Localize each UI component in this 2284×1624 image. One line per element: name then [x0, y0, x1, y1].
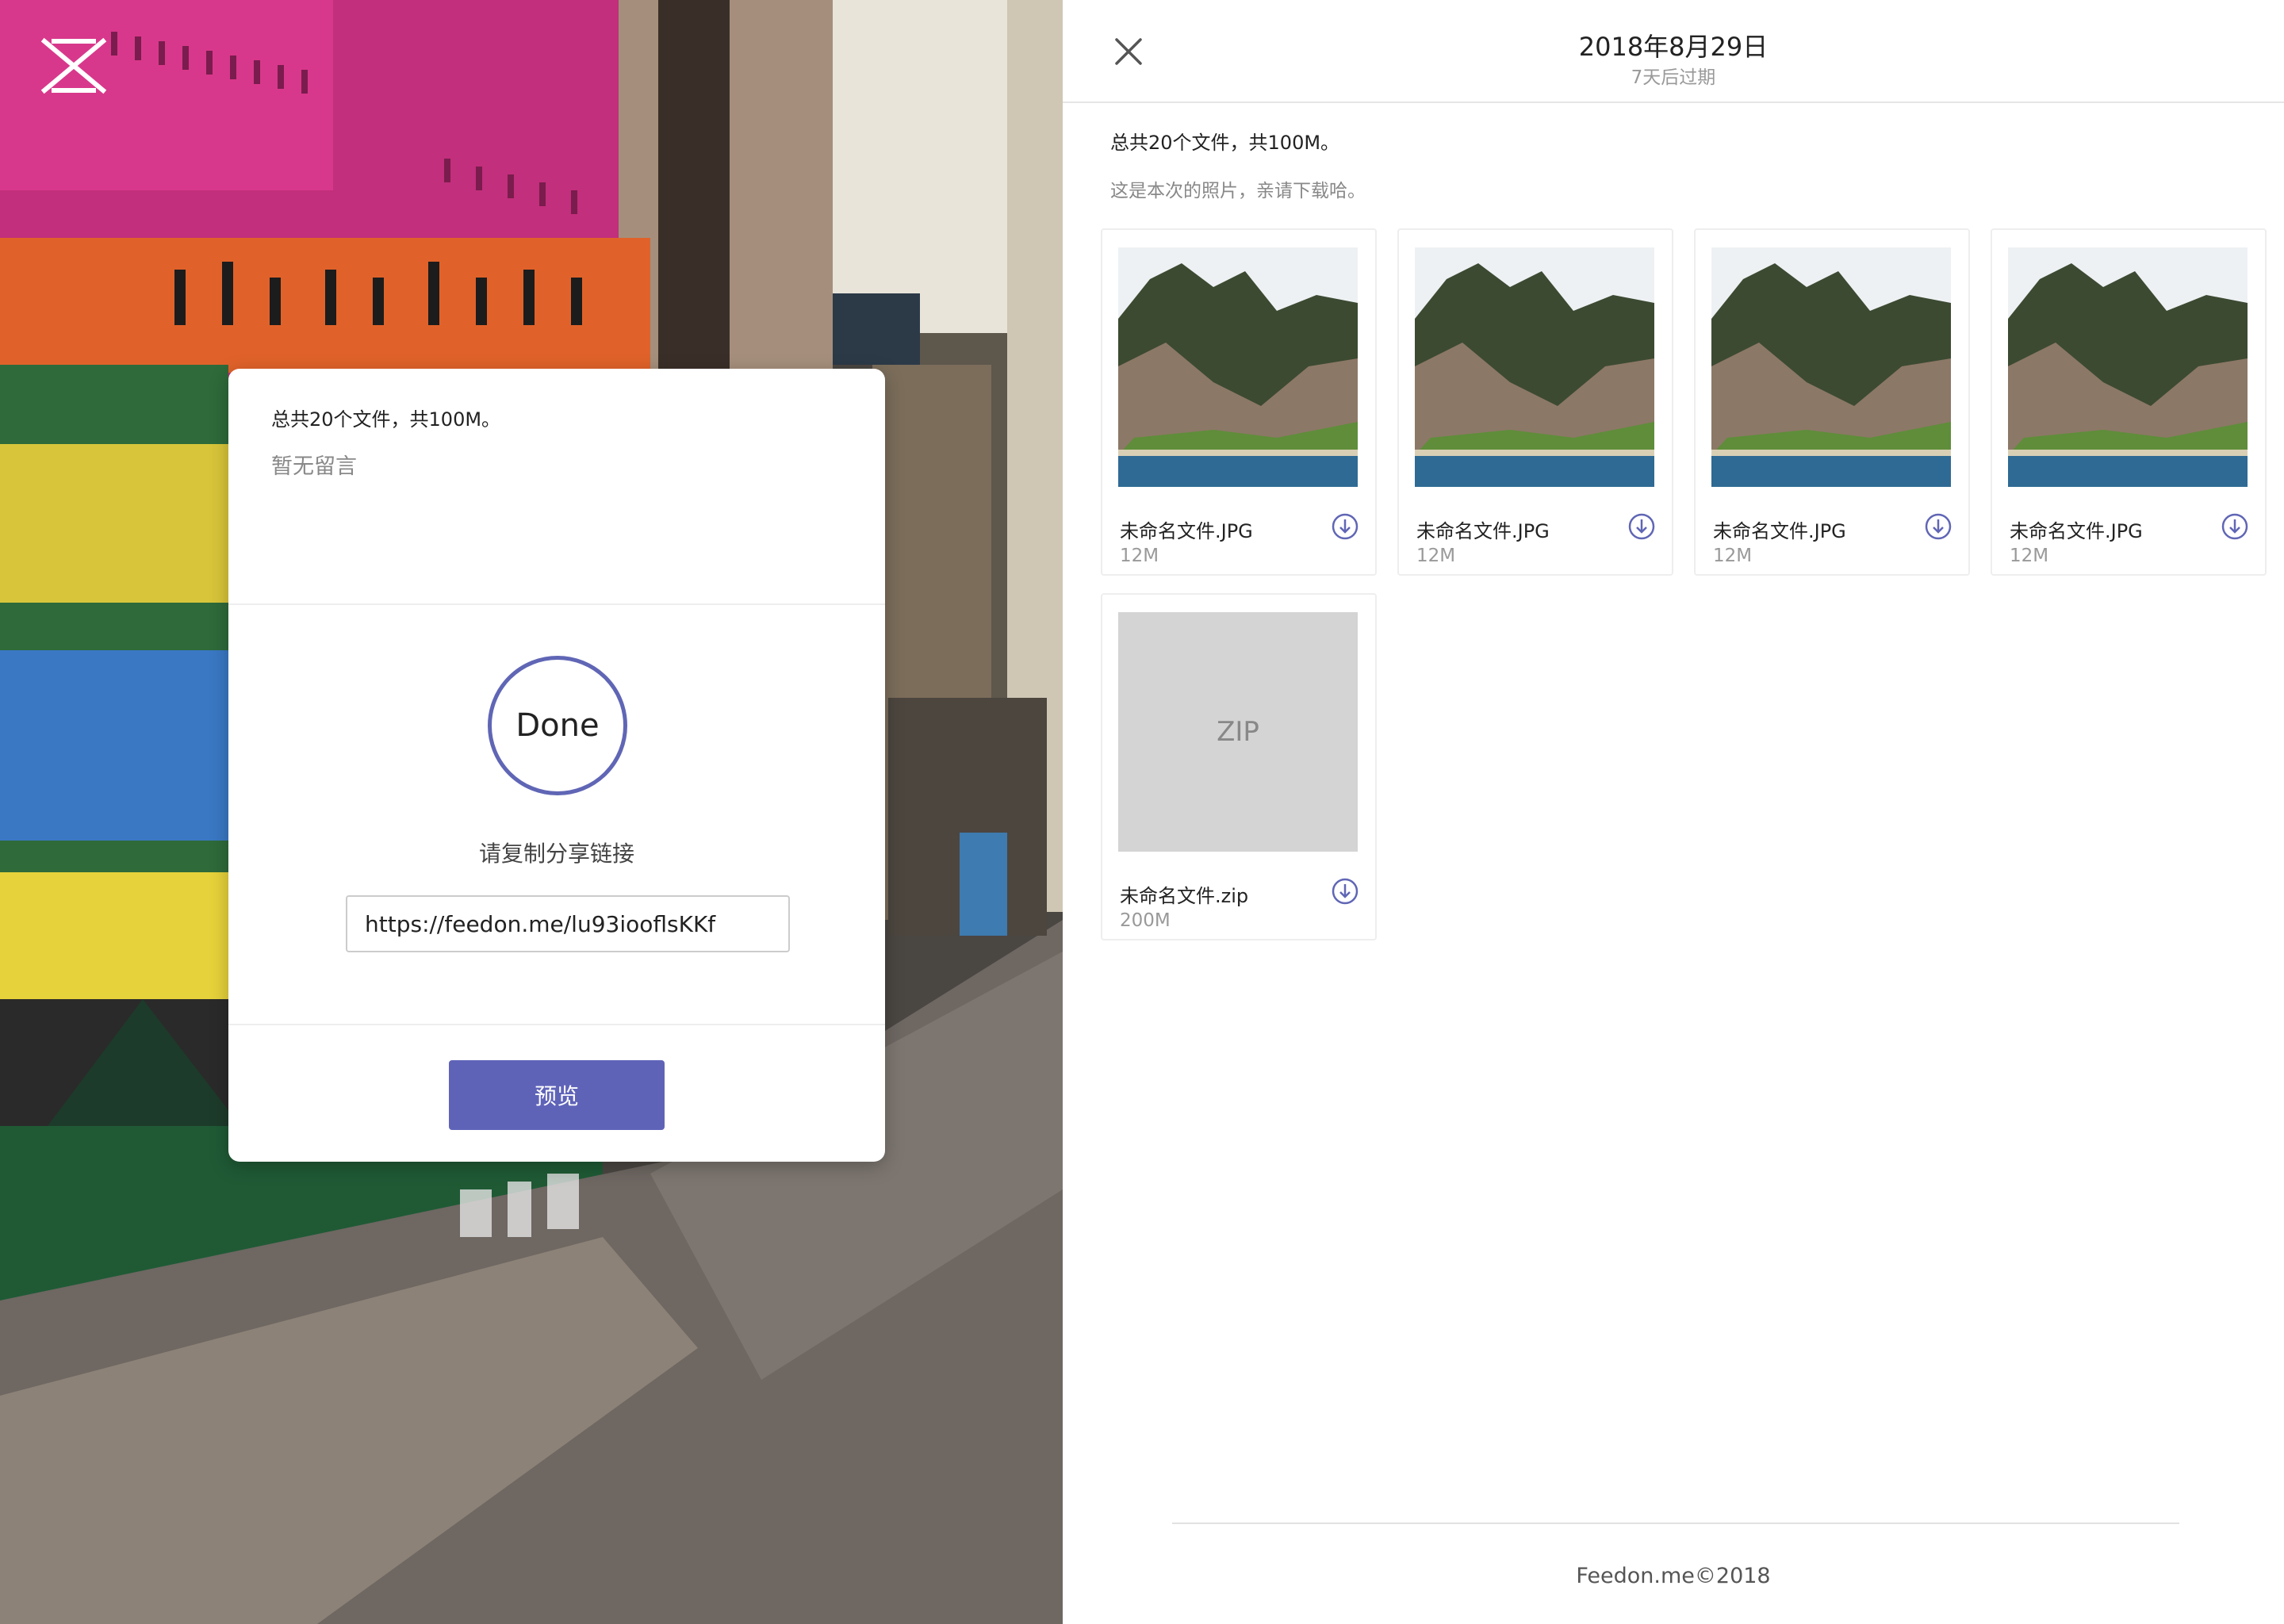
- file-thumbnail[interactable]: [1118, 247, 1358, 487]
- file-card[interactable]: 未命名文件.JPG 12M: [1101, 228, 1377, 576]
- footer-copyright: Feedon.me©2018: [1576, 1564, 1771, 1588]
- preview-button[interactable]: 预览: [449, 1060, 665, 1130]
- panel-header: 2018年8月29日 7天后过期: [1063, 0, 2284, 103]
- files-panel: 2018年8月29日 7天后过期 总共20个文件，共100M。 这是本次的照片，…: [1063, 0, 2284, 1624]
- copy-link-label: 请复制分享链接: [478, 841, 634, 867]
- file-name: 未命名文件.JPG: [1713, 520, 1846, 542]
- download-circle-icon[interactable]: [1331, 877, 1359, 906]
- file-thumbnail[interactable]: [1415, 247, 1654, 487]
- mountain-photo-thumbnail: [1118, 247, 1358, 487]
- expire-text: 7天后过期: [1631, 67, 1716, 88]
- footer-divider: [1172, 1522, 2179, 1524]
- done-status-label: Done: [515, 707, 600, 744]
- mountain-photo-thumbnail: [1711, 247, 1951, 487]
- share-link-section: Done 请复制分享链接: [228, 605, 885, 1025]
- share-description: 总共20个文件，共100M。 这是本次的照片，亲请下载哈。: [1063, 103, 2284, 202]
- zip-label: ZIP: [1217, 716, 1259, 748]
- file-size: 12M: [1416, 546, 1456, 566]
- share-info-section: 总共20个文件，共100M。 暂无留言: [228, 369, 885, 605]
- card-footer: 预览: [228, 1025, 885, 1162]
- share-link-input[interactable]: [346, 895, 790, 952]
- share-card: 总共20个文件，共100M。 暂无留言 Done 请复制分享链接 预览: [228, 369, 885, 1162]
- file-size: 200M: [1120, 910, 1171, 931]
- mountain-photo-thumbnail: [1415, 247, 1654, 487]
- done-status-badge: Done: [488, 656, 627, 795]
- file-size: 12M: [1713, 546, 1753, 566]
- file-size: 12M: [2010, 546, 2049, 566]
- background-pane: 总共20个文件，共100M。 暂无留言 Done 请复制分享链接 预览: [0, 0, 1063, 1624]
- x-logo-icon[interactable]: [38, 35, 109, 95]
- file-name: 未命名文件.zip: [1120, 885, 1249, 907]
- file-size: 12M: [1120, 546, 1159, 566]
- download-circle-icon[interactable]: [2221, 512, 2249, 541]
- share-note: 这是本次的照片，亲请下载哈。: [1110, 181, 1366, 201]
- file-thumbnail[interactable]: ZIP: [1118, 612, 1358, 852]
- file-summary: 总共20个文件，共100M。: [271, 408, 501, 431]
- download-circle-icon[interactable]: [1924, 512, 1953, 541]
- download-circle-icon[interactable]: [1627, 512, 1656, 541]
- zip-thumbnail: ZIP: [1118, 612, 1358, 852]
- file-name: 未命名文件.JPG: [1416, 520, 1550, 542]
- file-name: 未命名文件.JPG: [2010, 520, 2143, 542]
- file-card[interactable]: 未命名文件.JPG 12M: [1694, 228, 1970, 576]
- share-date: 2018年8月29日: [1578, 32, 1769, 62]
- file-thumbnail[interactable]: [2008, 247, 2248, 487]
- message-text: 暂无留言: [271, 454, 357, 479]
- file-card[interactable]: 未命名文件.JPG 12M: [1397, 228, 1673, 576]
- file-thumbnail[interactable]: [1711, 247, 1951, 487]
- files-summary: 总共20个文件，共100M。: [1110, 132, 1340, 154]
- file-card[interactable]: 未命名文件.JPG 12M: [1991, 228, 2267, 576]
- mountain-photo-thumbnail: [2008, 247, 2248, 487]
- download-circle-icon[interactable]: [1331, 512, 1359, 541]
- file-card[interactable]: ZIP 未命名文件.zip 200M: [1101, 593, 1377, 940]
- file-name: 未命名文件.JPG: [1120, 520, 1253, 542]
